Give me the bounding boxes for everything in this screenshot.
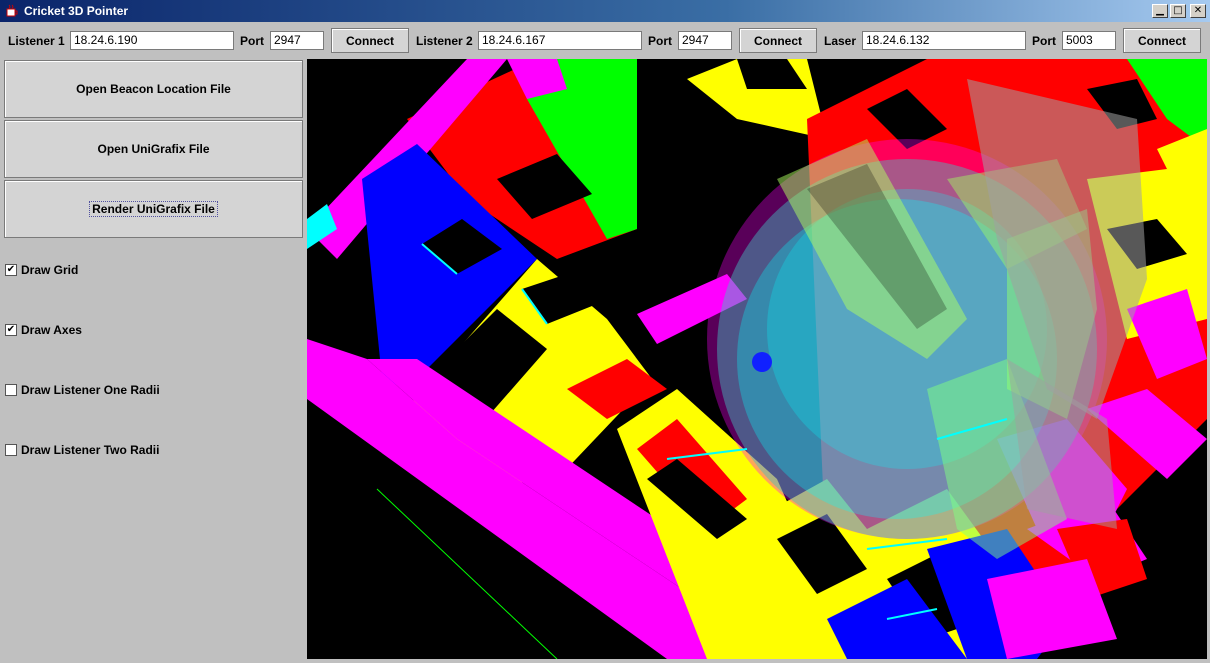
laser-label: Laser [824, 33, 857, 48]
listener2-ip-input[interactable]: 18.24.6.167 [478, 31, 642, 50]
window-title: Cricket 3D Pointer [24, 4, 129, 18]
java-cup-icon [4, 3, 20, 19]
laser-connect-button[interactable]: Connect [1123, 28, 1201, 53]
listener1-port-input[interactable]: 2947 [270, 31, 324, 50]
draw-axes-label: Draw Axes [21, 323, 82, 337]
laser-port-label: Port [1032, 33, 1056, 48]
listener2-port-input[interactable]: 2947 [678, 31, 732, 50]
open-unigrafix-file-button[interactable]: Open UniGrafix File [4, 120, 303, 178]
laser-port-input[interactable]: 5003 [1062, 31, 1116, 50]
control-panel: Open Beacon Location File Open UniGrafix… [0, 59, 305, 663]
3d-scene [307, 59, 1207, 659]
render-unigrafix-file-label: Render UniGrafix File [89, 201, 218, 217]
draw-grid-label: Draw Grid [21, 263, 79, 277]
3d-render-viewport[interactable] [307, 59, 1207, 659]
draw-axes-checkbox-row[interactable]: ✔ Draw Axes [5, 322, 82, 338]
draw-listener-two-radii-checkbox[interactable] [5, 444, 17, 456]
listener1-label: Listener 1 [8, 33, 65, 48]
draw-grid-checkbox[interactable]: ✔ [5, 264, 17, 276]
maximize-icon: □ [1173, 5, 1183, 16]
draw-grid-checkbox-row[interactable]: ✔ Draw Grid [5, 262, 78, 278]
listener1-connect-button[interactable]: Connect [331, 28, 409, 53]
draw-axes-checkbox[interactable]: ✔ [5, 324, 17, 336]
open-beacon-file-label: Open Beacon Location File [76, 82, 231, 96]
render-unigrafix-file-button[interactable]: Render UniGrafix File [4, 180, 303, 238]
open-unigrafix-file-label: Open UniGrafix File [97, 142, 210, 156]
listener2-port-label: Port [648, 33, 672, 48]
title-bar: Cricket 3D Pointer ▁ □ ✕ [0, 0, 1210, 22]
draw-listener-two-radii-checkbox-row[interactable]: Draw Listener Two Radii [5, 442, 159, 458]
maximize-button[interactable]: □ [1170, 4, 1186, 18]
minimize-icon: ▁ [1156, 5, 1164, 16]
listener2-label: Listener 2 [416, 33, 473, 48]
minimize-button[interactable]: ▁ [1152, 4, 1168, 18]
draw-listener-one-radii-checkbox[interactable] [5, 384, 17, 396]
close-button[interactable]: ✕ [1190, 4, 1206, 18]
draw-listener-one-radii-label: Draw Listener One Radii [21, 383, 160, 397]
listener1-ip-input[interactable]: 18.24.6.190 [70, 31, 234, 50]
draw-listener-two-radii-label: Draw Listener Two Radii [21, 443, 160, 457]
laser-pointer-dot [752, 352, 772, 372]
listener2-connect-button[interactable]: Connect [739, 28, 817, 53]
connection-toolbar: Listener 1 18.24.6.190 Port 2947 Connect… [0, 22, 1210, 59]
close-icon: ✕ [1193, 5, 1203, 16]
laser-ip-input[interactable]: 18.24.6.132 [862, 31, 1026, 50]
draw-listener-one-radii-checkbox-row[interactable]: Draw Listener One Radii [5, 382, 160, 398]
listener1-port-label: Port [240, 33, 264, 48]
open-beacon-file-button[interactable]: Open Beacon Location File [4, 60, 303, 118]
